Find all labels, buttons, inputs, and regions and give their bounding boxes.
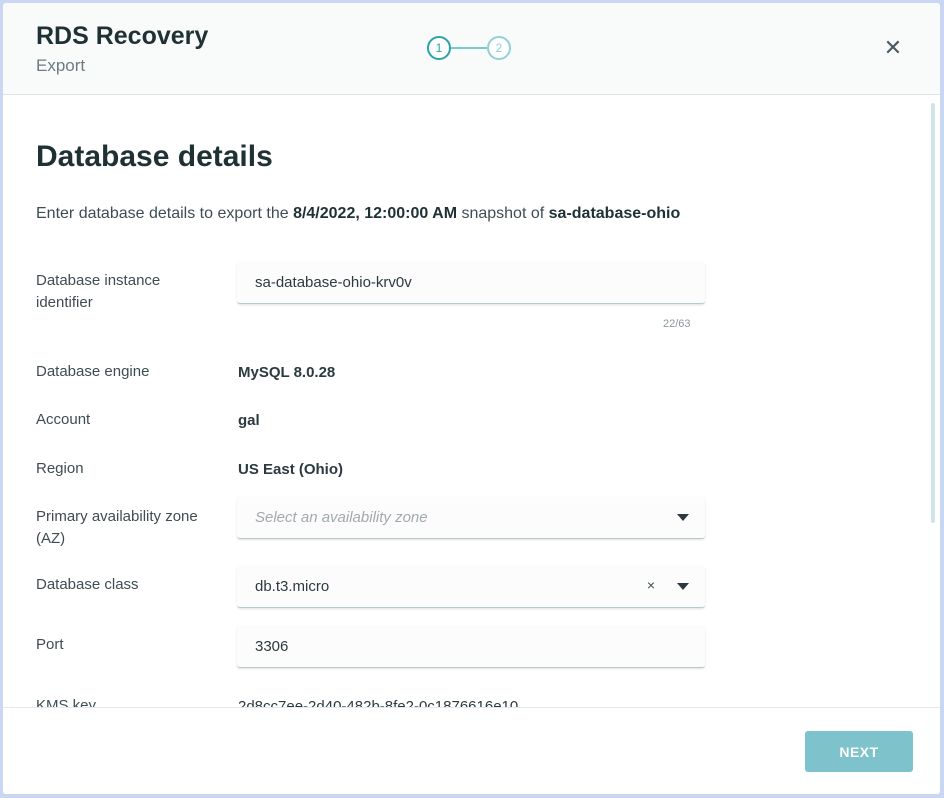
engine-value: MySQL 8.0.28 [238, 364, 336, 381]
kms-key-value: 2d8cc7ee-2d40-482b-8fe2-0c1876616e10 [238, 698, 519, 707]
intro-text: Enter database details to export the 8/4… [36, 205, 680, 223]
dialog-body[interactable]: Database details Enter database details … [3, 95, 940, 707]
db-class-label: Database class [36, 576, 139, 593]
wizard-stepper: 1 2 [427, 36, 517, 62]
port-input[interactable]: 3306 [237, 626, 705, 668]
db-class-value: db.t3.micro [255, 578, 330, 595]
clear-icon[interactable]: × [647, 577, 655, 593]
intro-prefix: Enter database details to export the [36, 205, 294, 222]
dialog-subtitle: Export [36, 56, 86, 75]
character-counter: 22/63 [663, 318, 691, 330]
next-button[interactable]: NEXT [805, 731, 913, 772]
page-title: Database details [36, 140, 273, 173]
account-label: Account [36, 411, 91, 428]
source-database: sa-database-ohio [548, 205, 681, 222]
step-2-indicator: 2 [487, 36, 511, 60]
instance-identifier-input[interactable]: sa-database-ohio-krv0v [237, 262, 705, 304]
step-1-indicator: 1 [427, 36, 451, 60]
close-icon[interactable]: ✕ [881, 36, 905, 60]
availability-zone-placeholder: Select an availability zone [255, 509, 428, 526]
snapshot-time: 8/4/2022, 12:00:00 AM [293, 205, 458, 222]
instance-identifier-label: Database instance identifier [36, 272, 161, 311]
db-class-select[interactable]: db.t3.micro × [237, 566, 705, 608]
dialog-footer: NEXT [3, 707, 940, 794]
availability-zone-select[interactable]: Select an availability zone [237, 497, 705, 539]
instance-identifier-value: sa-database-ohio-krv0v [255, 274, 412, 291]
chevron-down-icon[interactable] [677, 514, 689, 521]
chevron-down-icon[interactable] [677, 583, 689, 590]
dialog-title: RDS Recovery [36, 22, 209, 50]
dialog-header: RDS Recovery Export 1 2 ✕ [3, 3, 940, 95]
step-connector [451, 47, 487, 49]
region-value: US East (Ohio) [238, 461, 344, 478]
kms-key-label: KMS key [36, 697, 97, 707]
rds-recovery-dialog: RDS Recovery Export 1 2 ✕ Database detai… [3, 3, 940, 794]
intro-middle: snapshot of [457, 205, 549, 222]
account-value: gal [238, 412, 260, 429]
engine-label: Database engine [36, 363, 150, 380]
scrollbar[interactable] [931, 103, 935, 523]
port-label: Port [36, 636, 64, 653]
availability-zone-label: Primary availability zone (AZ) [36, 508, 198, 547]
region-label: Region [36, 460, 84, 477]
port-value: 3306 [255, 638, 289, 655]
